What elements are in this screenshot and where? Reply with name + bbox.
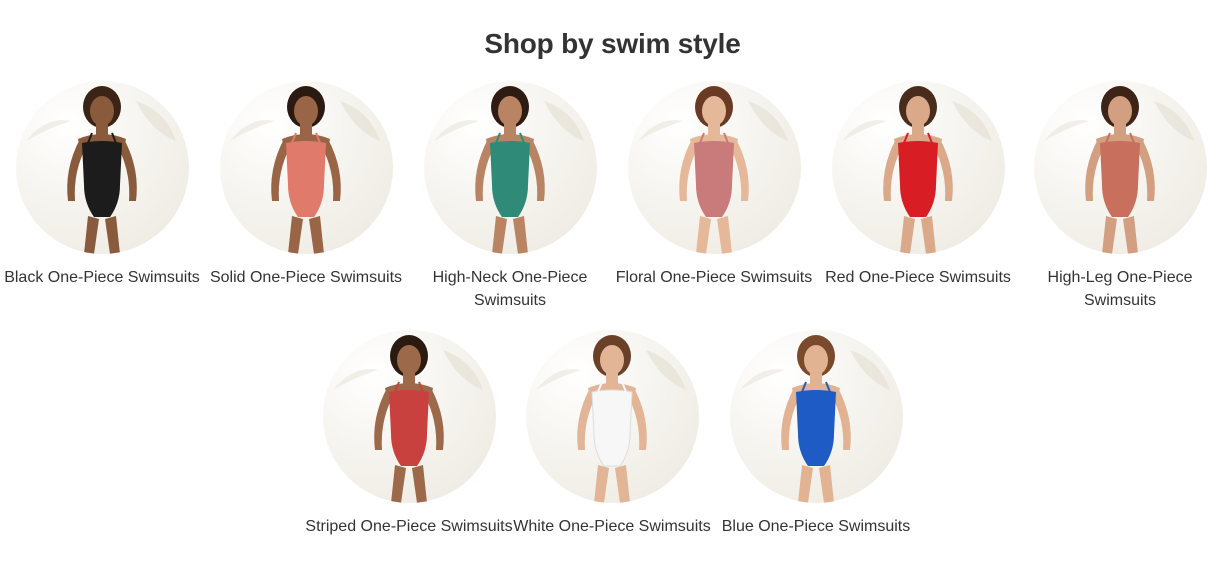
section-title: Shop by swim style [484,28,741,59]
style-tile-high-leg[interactable]: High-Leg One-Piece Swimsuits [1018,81,1219,321]
style-label: Red One-Piece Swimsuits [825,269,1011,286]
leg [1123,216,1138,254]
leg [594,465,609,503]
swimsuit [898,141,938,217]
leg [819,465,834,503]
swimsuit [286,141,326,217]
palm-shadow [230,120,275,141]
leg [412,465,427,503]
palm-shadow [952,101,992,141]
style-label: Floral One-Piece Swimsuits [615,269,813,286]
palm-shadow [1044,120,1089,141]
leg [900,216,915,254]
model-figure [333,335,483,503]
palm-shadow [333,369,378,390]
style-tile-black[interactable]: Black One-Piece Swimsuits [0,81,204,321]
swimsuit [389,390,429,466]
palm-shadow [136,101,176,141]
style-tile-high-neck[interactable]: High-Neck One-Piece Swimsuits [408,81,612,321]
leg [309,216,324,254]
leg [492,216,507,254]
leg [717,216,732,254]
style-image [1034,81,1207,254]
style-image [730,330,903,503]
leg [84,216,99,254]
style-tile-solid[interactable]: Solid One-Piece Swimsuits [204,81,408,321]
palm-shadow [443,350,483,390]
face [397,345,421,375]
model-figure [740,335,890,503]
model-figure [536,335,686,503]
style-tile-striped[interactable]: Striped One-Piece Swimsuits [305,330,513,570]
palm-shadow [340,101,380,141]
face [600,345,624,375]
leg [1102,216,1117,254]
palm-shadow [842,120,887,141]
style-label: High-Neck One-Piece Swimsuits [432,269,588,309]
style-image [220,81,393,254]
style-label: Blue One-Piece Swimsuits [721,518,911,535]
style-tile-blue[interactable]: Blue One-Piece Swimsuits [714,330,918,570]
swimsuit [82,141,122,217]
style-tile-floral[interactable]: Floral One-Piece Swimsuits [612,81,816,321]
style-label: White One-Piece Swimsuits [513,518,711,535]
face [702,96,726,126]
swimsuit [796,390,836,466]
face [498,96,522,126]
palm-shadow [26,120,71,141]
leg [105,216,120,254]
style-label: Black One-Piece Swimsuits [4,269,200,286]
leg [696,216,711,254]
face [90,96,114,126]
style-label: Striped One-Piece Swimsuits [305,518,513,535]
model-figure [434,86,584,254]
style-label: High-Leg One-Piece Swimsuits [1047,269,1193,309]
swimsuit [1100,141,1140,217]
swimsuit [694,141,734,217]
palm-shadow [1154,101,1194,141]
style-image [424,81,597,254]
palm-shadow [638,120,683,141]
style-label: Solid One-Piece Swimsuits [209,269,403,286]
leg [391,465,406,503]
palm-shadow [740,369,785,390]
model-figure [1044,86,1194,254]
leg [513,216,528,254]
face [906,96,930,126]
leg [798,465,813,503]
palm-shadow [850,350,890,390]
style-row-2: Striped One-Piece Swimsuits White One-Pi… [0,330,1219,570]
style-tile-white[interactable]: White One-Piece Swimsuits [510,330,714,570]
palm-shadow [434,120,479,141]
style-row-1: Black One-Piece Swimsuits Solid One-Piec… [0,81,1219,321]
palm-shadow [646,350,686,390]
palm-shadow [536,369,581,390]
face [294,96,318,126]
leg [288,216,303,254]
style-image [832,81,1005,254]
style-image [628,81,801,254]
model-figure [638,86,788,254]
face [1108,96,1132,126]
palm-shadow [544,101,584,141]
model-figure [230,86,380,254]
swim-style-section: Shop by swim style Black One-Piece Swims… [0,0,1219,579]
model-figure [26,86,176,254]
face [804,345,828,375]
leg [615,465,630,503]
style-image [16,81,189,254]
leg [921,216,936,254]
style-image [323,330,496,503]
palm-shadow [748,101,788,141]
style-image [526,330,699,503]
swimsuit [591,389,633,467]
style-tile-red[interactable]: Red One-Piece Swimsuits [816,81,1020,321]
model-figure [842,86,992,254]
swimsuit [490,141,530,217]
